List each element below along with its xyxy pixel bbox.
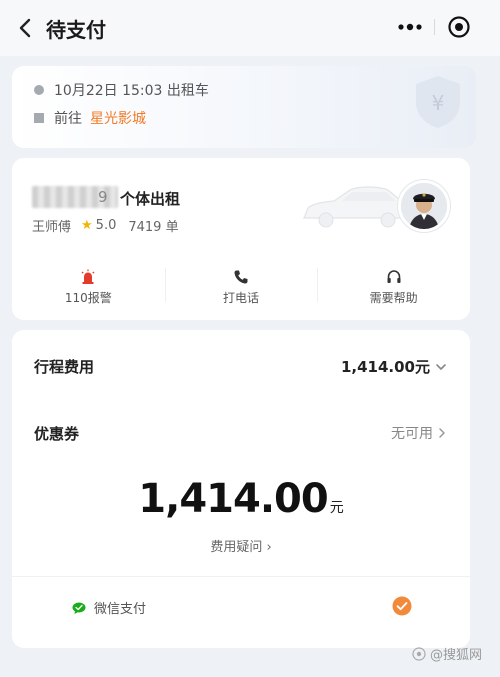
divider bbox=[12, 576, 470, 577]
driver-avatar bbox=[398, 180, 450, 232]
help-button[interactable]: 需要帮助 bbox=[317, 262, 470, 312]
trip-fee-value: 1,414.00元 bbox=[340, 358, 430, 376]
total-amount-block: 1,414.00 元 bbox=[12, 476, 470, 522]
trip-summary-card: 10月22日 15:03 出租车 前往 星光影城 ¥ bbox=[12, 66, 476, 148]
more-dots-icon[interactable] bbox=[396, 19, 424, 35]
trip-time-row: 10月22日 15:03 出租车 bbox=[34, 80, 209, 100]
destination-name: 星光影城 bbox=[90, 111, 146, 127]
trip-datetime: 10月22日 15:03 出租车 bbox=[54, 83, 209, 99]
coupon-status: 无可用 bbox=[391, 426, 433, 442]
driver-orders: 7419 单 bbox=[128, 220, 179, 235]
start-dot-icon bbox=[34, 85, 44, 95]
chevron-right-icon bbox=[439, 428, 445, 438]
driver-info: 王师傅 ★ 5.0 7419 单 bbox=[32, 216, 179, 235]
driver-actions: 110报警 打电话 需要帮助 bbox=[12, 262, 470, 312]
wechat-pay-option[interactable]: 微信支付 bbox=[72, 598, 146, 617]
driver-name: 王师傅 bbox=[32, 220, 72, 235]
source-watermark: @搜狐网 bbox=[412, 644, 482, 663]
total-unit: 元 bbox=[329, 500, 344, 516]
star-icon: ★ bbox=[81, 218, 93, 233]
phone-icon bbox=[234, 270, 248, 283]
wechat-pay-icon bbox=[72, 602, 86, 614]
trip-destination-row: 前往 星光影城 bbox=[34, 108, 146, 128]
miniapp-capsule bbox=[382, 10, 486, 44]
coupon-label: 优惠券 bbox=[34, 425, 80, 443]
siren-icon bbox=[81, 269, 95, 284]
watermark-text: @搜狐网 bbox=[429, 648, 482, 663]
end-square-icon bbox=[34, 113, 44, 123]
back-arrow-icon[interactable] bbox=[14, 16, 38, 40]
call-label: 打电话 bbox=[223, 290, 260, 305]
app-header: 待支付 bbox=[0, 0, 500, 56]
selected-check-icon[interactable] bbox=[392, 596, 412, 616]
chevron-down-icon bbox=[436, 363, 446, 370]
svg-text:¥: ¥ bbox=[432, 91, 445, 115]
call-driver-button[interactable]: 打电话 bbox=[164, 262, 318, 312]
sohu-logo-icon bbox=[412, 646, 426, 661]
total-amount: 1,414.00 bbox=[138, 476, 328, 522]
yen-shield-icon: ¥ bbox=[416, 76, 460, 128]
emergency-label: 110报警 bbox=[64, 290, 112, 305]
coupon-selector[interactable]: 无可用 bbox=[391, 423, 448, 443]
car-type: 个体出租 bbox=[120, 190, 181, 208]
fee-question-link[interactable]: 费用疑问 › bbox=[12, 536, 470, 555]
driver-rating: 5.0 bbox=[95, 218, 117, 233]
payment-card: 行程费用 1,414.00元 优惠券 无可用 1,414.00 元 费用疑问 › … bbox=[12, 330, 470, 648]
plate-tail: 9 bbox=[98, 188, 108, 206]
trip-fee-toggle[interactable]: 1,414.00元 bbox=[341, 356, 448, 377]
trip-fee-label: 行程费用 bbox=[34, 358, 95, 376]
headset-icon bbox=[387, 269, 401, 283]
destination-prefix: 前往 bbox=[54, 111, 82, 127]
driver-card: 9 个体出租 王师傅 ★ 5.0 7419 单 110报警 打电话 需要帮助 bbox=[12, 158, 470, 320]
close-miniapp-icon[interactable] bbox=[447, 15, 471, 39]
emergency-110-button[interactable]: 110报警 bbox=[12, 262, 165, 312]
page-title: 待支付 bbox=[46, 18, 106, 42]
wechat-pay-label: 微信支付 bbox=[94, 602, 147, 617]
car-illustration-icon bbox=[303, 186, 407, 228]
capsule-divider bbox=[434, 19, 435, 35]
help-label: 需要帮助 bbox=[369, 290, 418, 305]
